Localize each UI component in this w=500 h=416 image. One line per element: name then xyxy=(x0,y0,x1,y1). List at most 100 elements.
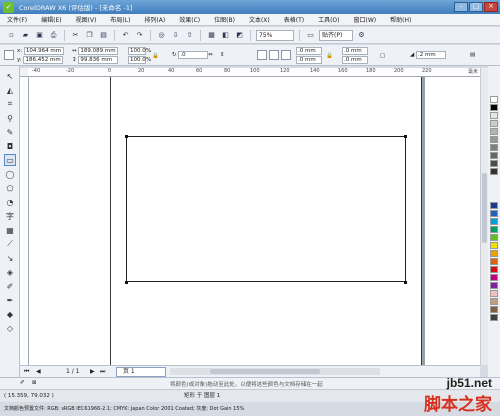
vertical-ruler[interactable] xyxy=(20,77,29,365)
outline-width-field[interactable]: .2 mm xyxy=(415,51,446,59)
corner-radius-bottom-right[interactable]: .0 mm xyxy=(342,56,368,64)
minimize-button[interactable]: – xyxy=(454,2,468,12)
swatch-red[interactable] xyxy=(490,266,498,273)
swatch-green[interactable] xyxy=(490,226,498,233)
save-icon[interactable]: ▣ xyxy=(34,30,45,41)
relative-scaling-icon[interactable]: ▢ xyxy=(380,52,385,60)
eyedropper-tool-icon[interactable]: ✐ xyxy=(4,280,16,292)
horizontal-scrollbar[interactable] xyxy=(170,368,380,375)
vertical-scrollbar[interactable] xyxy=(480,68,488,365)
scale-y-field[interactable]: 100.0 xyxy=(128,56,146,64)
swatch-purple[interactable] xyxy=(490,282,498,289)
menu-edit[interactable]: 编辑(E) xyxy=(34,15,68,24)
full-screen-icon[interactable]: ▭ xyxy=(305,30,316,41)
menu-help[interactable]: 帮助(H) xyxy=(383,15,418,24)
import-icon[interactable]: ⇩ xyxy=(170,30,181,41)
selection-handle[interactable] xyxy=(404,281,407,284)
horizontal-ruler[interactable]: -40 -20 0 20 40 60 80 100 120 140 160 18… xyxy=(28,68,480,77)
scroll-thumb[interactable] xyxy=(210,369,320,374)
selection-handle[interactable] xyxy=(404,135,407,138)
menu-file[interactable]: 文件(F) xyxy=(0,15,34,24)
wrap-text-icon[interactable]: ▤ xyxy=(470,51,475,59)
zoom-level-select[interactable]: 75% xyxy=(256,29,294,41)
swatch-orange[interactable] xyxy=(490,250,498,257)
basic-shapes-tool-icon[interactable]: ◔ xyxy=(4,196,16,208)
lock-ratio-icon[interactable]: 🔒 xyxy=(152,52,159,60)
page-tab[interactable]: 页 1 xyxy=(116,367,166,377)
dimension-tool-icon[interactable]: ⟋ xyxy=(4,238,16,250)
swatch-red-orange[interactable] xyxy=(490,258,498,265)
new-file-icon[interactable]: ▫ xyxy=(6,30,17,41)
swatch-gray-30[interactable] xyxy=(490,128,498,135)
snap-to-select[interactable]: 贴齐(P) xyxy=(319,29,353,41)
menu-effects[interactable]: 效果(C) xyxy=(172,15,207,24)
undo-icon[interactable]: ↶ xyxy=(120,30,131,41)
close-button[interactable]: × xyxy=(484,2,498,12)
selection-handle[interactable] xyxy=(125,281,128,284)
corner-radius-top-right[interactable]: .0 mm xyxy=(342,47,368,55)
y-position-field[interactable]: 186.452 mm xyxy=(23,56,64,64)
options-icon[interactable]: ⚙ xyxy=(356,30,367,41)
swatch-pink[interactable] xyxy=(490,290,498,297)
corel-connect-icon[interactable]: ◧ xyxy=(220,30,231,41)
swatch-gray-20[interactable] xyxy=(490,120,498,127)
blend-tool-icon[interactable]: ◈ xyxy=(4,266,16,278)
no-fill-icon[interactable]: ⊠ xyxy=(32,380,37,386)
freehand-tool-icon[interactable]: ✎ xyxy=(4,126,16,138)
swatch-gray-70[interactable] xyxy=(490,160,498,167)
application-launcher-icon[interactable]: ▦ xyxy=(206,30,217,41)
color-profile-text[interactable]: 文档颜色预置文件: RGB: sRGB IEC61966-2.1; CMYK: … xyxy=(4,405,244,412)
polygon-tool-icon[interactable]: ⬠ xyxy=(4,182,16,194)
swatch-gray-80[interactable] xyxy=(490,168,498,175)
first-page-icon[interactable]: ⏮ xyxy=(24,368,29,376)
drawn-rectangle[interactable] xyxy=(126,136,406,282)
zoom-tool-icon[interactable]: ⚲ xyxy=(4,112,16,124)
connector-tool-icon[interactable]: ↘ xyxy=(4,252,16,264)
menu-arrange[interactable]: 排列(A) xyxy=(137,15,172,24)
swatch-brown[interactable] xyxy=(490,306,498,313)
export-icon[interactable]: ⇧ xyxy=(184,30,195,41)
selection-handle[interactable] xyxy=(125,135,128,138)
swatch-magenta[interactable] xyxy=(490,274,498,281)
open-folder-icon[interactable]: ▰ xyxy=(20,30,31,41)
x-position-field[interactable]: 104.964 mm xyxy=(23,47,64,55)
swatch-white[interactable] xyxy=(490,96,498,103)
scroll-thumb[interactable] xyxy=(482,173,487,243)
fill-tool-icon[interactable]: ◆ xyxy=(4,308,16,320)
pick-mode-icon[interactable]: ✐ xyxy=(20,380,25,386)
swatch-charcoal[interactable] xyxy=(490,314,498,321)
pick-tool-icon[interactable]: ↖ xyxy=(4,70,16,82)
round-corner-icon[interactable] xyxy=(257,50,267,60)
interactive-fill-tool-icon[interactable]: ◇ xyxy=(4,322,16,334)
mirror-vertical-icon[interactable]: ⇕ xyxy=(220,51,225,59)
swatch-gray-50[interactable] xyxy=(490,144,498,151)
menu-layout[interactable]: 布局(L) xyxy=(103,15,137,24)
swatch-navy[interactable] xyxy=(490,202,498,209)
crop-tool-icon[interactable]: ⌗ xyxy=(4,98,16,110)
swatch-yellow[interactable] xyxy=(490,242,498,249)
menu-bitmaps[interactable]: 位图(B) xyxy=(207,15,242,24)
corner-radius-top-left[interactable]: .0 mm xyxy=(296,47,322,55)
menu-text[interactable]: 文本(X) xyxy=(242,15,277,24)
swatch-black[interactable] xyxy=(490,104,498,111)
maximize-button[interactable]: □ xyxy=(469,2,483,12)
scalloped-corner-icon[interactable] xyxy=(269,50,279,60)
ellipse-tool-icon[interactable]: ◯ xyxy=(4,168,16,180)
paste-icon[interactable]: ▤ xyxy=(98,30,109,41)
swatch-blue[interactable] xyxy=(490,210,498,217)
cut-icon[interactable]: ✂ xyxy=(70,30,81,41)
swatch-gray-60[interactable] xyxy=(490,152,498,159)
width-field[interactable]: 189.089 mm xyxy=(78,47,119,55)
object-origin-icon[interactable] xyxy=(4,50,14,60)
prev-page-icon[interactable]: ◀ xyxy=(36,368,41,375)
swatch-tan[interactable] xyxy=(490,298,498,305)
search-content-icon[interactable]: ◎ xyxy=(156,30,167,41)
next-page-icon[interactable]: ▶ xyxy=(90,368,95,375)
menu-table[interactable]: 表格(T) xyxy=(277,15,311,24)
rotation-angle-field[interactable]: .0 xyxy=(178,51,209,59)
swatch-gray-10[interactable] xyxy=(490,112,498,119)
swatch-cyan[interactable] xyxy=(490,218,498,225)
welcome-screen-icon[interactable]: ◩ xyxy=(234,30,245,41)
smart-fill-tool-icon[interactable]: ◘ xyxy=(4,140,16,152)
mirror-horizontal-icon[interactable]: ⇔ xyxy=(208,51,213,59)
